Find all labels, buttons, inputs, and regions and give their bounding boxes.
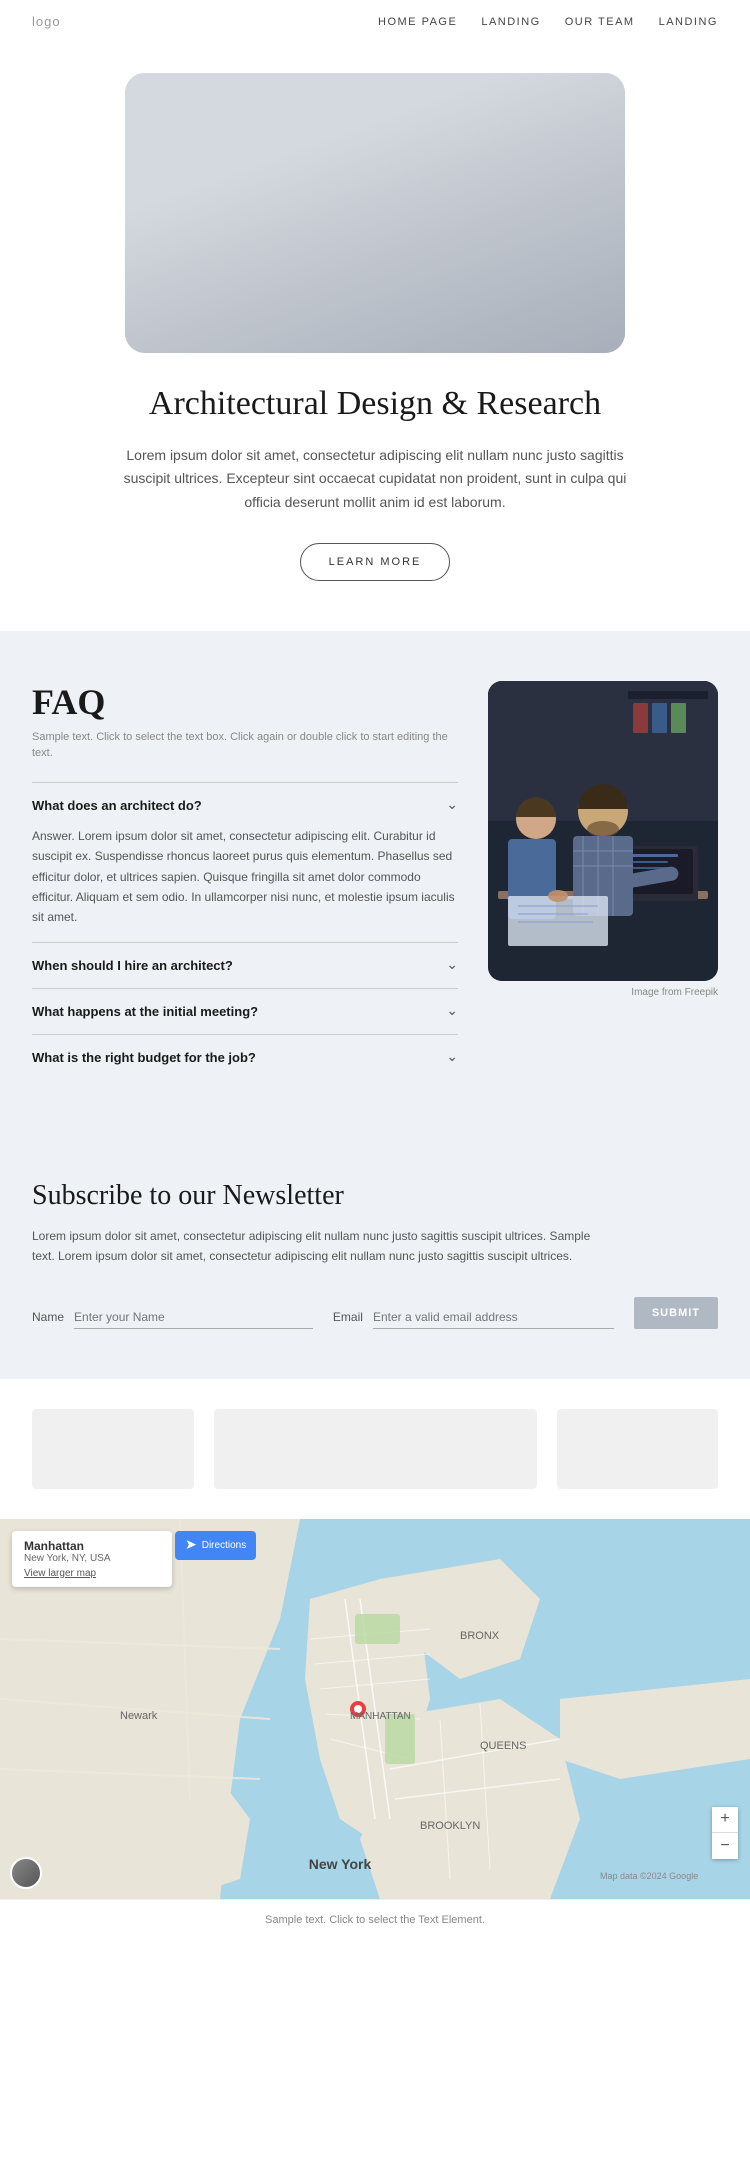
email-label: Email	[333, 1310, 363, 1324]
faq-question-3-text: What happens at the initial meeting?	[32, 1004, 258, 1019]
svg-text:New York: New York	[309, 1856, 372, 1872]
map-location-address: New York, NY, USA	[24, 1553, 160, 1564]
faq-answer-1: Answer. Lorem ipsum dolor sit amet, cons…	[32, 826, 458, 928]
svg-text:QUEENS: QUEENS	[480, 1740, 526, 1752]
faq-image-credit: Image from Freepik	[488, 987, 718, 998]
faq-right-panel: Image from Freepik	[488, 681, 718, 1080]
faq-title: FAQ	[32, 681, 458, 723]
faq-image	[488, 681, 718, 981]
faq-chevron-4: ⌄	[446, 1049, 458, 1066]
bottom-sample-text: Sample text. Click to select the Text El…	[265, 1914, 485, 1926]
hero-description: Lorem ipsum dolor sit amet, consectetur …	[105, 444, 645, 515]
bottom-bar: Sample text. Click to select the Text El…	[0, 1899, 750, 1938]
faq-item-3: What happens at the initial meeting? ⌄	[32, 988, 458, 1034]
nav-landing-2[interactable]: LANDING	[659, 16, 718, 28]
nav-links: HOME PAGE LANDING OUR TEAM LANDING	[378, 16, 718, 28]
hero-title: Architectural Design & Research	[30, 383, 720, 426]
learn-more-button[interactable]: LEARN MORE	[300, 543, 451, 581]
directions-icon: ➤	[185, 1537, 197, 1554]
name-label: Name	[32, 1310, 64, 1324]
navigation: logo HOME PAGE LANDING OUR TEAM LANDING	[0, 0, 750, 43]
faq-chevron-2: ⌄	[446, 957, 458, 974]
map-section: New York Newark BROOKLYN BRONX QUEENS MA…	[0, 1519, 750, 1899]
footer-col-3	[557, 1409, 719, 1489]
map-zoom-out-button[interactable]: −	[712, 1833, 738, 1859]
faq-question-2-text: When should I hire an architect?	[32, 958, 233, 973]
faq-question-2[interactable]: When should I hire an architect? ⌄	[32, 957, 458, 974]
map-directions-button[interactable]: ➤ Directions	[175, 1531, 256, 1560]
svg-text:MANHATTAN: MANHATTAN	[350, 1711, 411, 1722]
map-view-larger[interactable]: View larger map	[24, 1568, 160, 1579]
faq-section: FAQ Sample text. Click to select the tex…	[0, 631, 750, 1130]
submit-button[interactable]: SUBMIT	[634, 1297, 718, 1329]
map-overlay-card: Manhattan New York, NY, USA View larger …	[12, 1531, 172, 1587]
faq-item-4: What is the right budget for the job? ⌄	[32, 1034, 458, 1080]
faq-chevron-1: ⌄	[446, 797, 458, 814]
svg-text:BRONX: BRONX	[460, 1630, 500, 1642]
hero-image-wrapper	[125, 73, 625, 353]
faq-sample-text: Sample text. Click to select the text bo…	[32, 729, 458, 762]
nav-home[interactable]: HOME PAGE	[378, 16, 457, 28]
map-zoom-in-button[interactable]: +	[712, 1807, 738, 1833]
faq-question-4[interactable]: What is the right budget for the job? ⌄	[32, 1049, 458, 1066]
name-field-group: Name	[32, 1306, 313, 1329]
footer-col-1	[32, 1409, 194, 1489]
faq-question-1-text: What does an architect do?	[32, 798, 202, 813]
logo: logo	[32, 14, 61, 29]
email-field-group: Email	[333, 1306, 614, 1329]
map-avatar	[10, 1857, 42, 1889]
hero-section: Architectural Design & Research Lorem ip…	[0, 43, 750, 631]
faq-content: FAQ Sample text. Click to select the tex…	[32, 681, 458, 1080]
nav-landing-1[interactable]: LANDING	[481, 16, 540, 28]
hero-image	[125, 73, 625, 353]
footer-col-2	[214, 1409, 537, 1489]
svg-text:Map data ©2024 Google: Map data ©2024 Google	[600, 1871, 698, 1881]
faq-question-4-text: What is the right budget for the job?	[32, 1050, 256, 1065]
svg-text:BROOKLYN: BROOKLYN	[420, 1820, 480, 1832]
map-zoom-controls: + −	[712, 1807, 738, 1859]
map-location-title: Manhattan	[24, 1539, 160, 1553]
nav-team[interactable]: OUR TEAM	[565, 16, 635, 28]
faq-item-2: When should I hire an architect? ⌄	[32, 942, 458, 988]
faq-chevron-3: ⌄	[446, 1003, 458, 1020]
faq-question-1[interactable]: What does an architect do? ⌄	[32, 797, 458, 814]
directions-label: Directions	[202, 1540, 246, 1551]
newsletter-form: Name Email SUBMIT	[32, 1297, 718, 1329]
newsletter-title: Subscribe to our Newsletter	[32, 1180, 718, 1212]
footer-columns	[0, 1379, 750, 1519]
faq-question-3[interactable]: What happens at the initial meeting? ⌄	[32, 1003, 458, 1020]
svg-text:Newark: Newark	[120, 1710, 158, 1722]
faq-item-1: What does an architect do? ⌄ Answer. Lor…	[32, 782, 458, 942]
name-input[interactable]	[74, 1306, 313, 1329]
newsletter-section: Subscribe to our Newsletter Lorem ipsum …	[0, 1130, 750, 1379]
email-input[interactable]	[373, 1306, 614, 1329]
newsletter-description: Lorem ipsum dolor sit amet, consectetur …	[32, 1226, 612, 1267]
